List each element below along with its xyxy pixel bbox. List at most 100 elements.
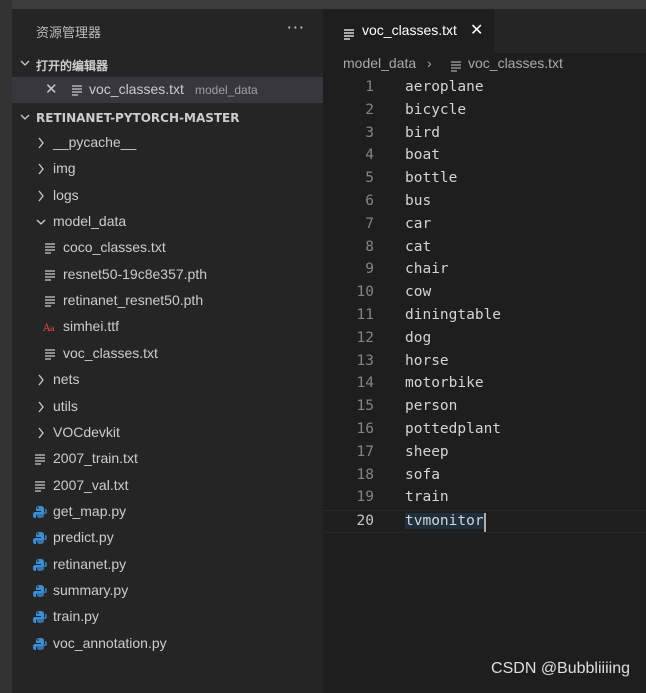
- code-line[interactable]: 19 train: [323, 487, 646, 510]
- tree-item-label: retinanet.py: [53, 555, 127, 572]
- line-text: train: [405, 489, 449, 506]
- code-line[interactable]: 3 bird: [323, 123, 646, 146]
- line-number: 20: [356, 513, 374, 530]
- tree-item-label: utils: [53, 397, 78, 414]
- line-number: 12: [356, 329, 374, 346]
- tree-item-label: nets: [53, 371, 80, 388]
- code-line[interactable]: 4 boat: [323, 145, 646, 168]
- code-line[interactable]: 1 aeroplane: [323, 77, 646, 100]
- line-text: car: [405, 215, 432, 232]
- project-section[interactable]: RETINANET-PYTORCH-MASTER: [12, 107, 323, 129]
- file-lines-icon: [33, 452, 47, 466]
- chevron-down-icon: [19, 109, 31, 125]
- tree-item[interactable]: summary.py: [12, 578, 323, 604]
- open-editor-folder: model_data: [195, 83, 258, 97]
- line-number: 16: [356, 421, 374, 437]
- line-number: 14: [356, 375, 374, 392]
- tree-item-label: VOCdevkit: [53, 423, 120, 440]
- open-editor-item[interactable]: ✕ voc_classes.txt model_data: [12, 77, 323, 103]
- project-heading: RETINANET-PYTORCH-MASTER: [36, 111, 240, 125]
- tree-item[interactable]: retinanet_resnet50.pth: [12, 288, 323, 314]
- code-line[interactable]: 13 horse: [323, 351, 646, 374]
- code-line[interactable]: 18 sofa: [323, 465, 646, 488]
- line-text: bird: [405, 124, 440, 141]
- line-text: bicycle: [405, 101, 467, 118]
- line-text: cat: [405, 238, 432, 255]
- tree-item-label: retinanet_resnet50.pth: [63, 292, 204, 309]
- code-line[interactable]: 10 cow: [323, 282, 646, 305]
- line-number: 19: [356, 489, 374, 506]
- tree-item[interactable]: nets: [12, 367, 323, 393]
- tree-item-label: logs: [53, 186, 79, 203]
- tree-item[interactable]: voc_annotation.py: [12, 631, 323, 657]
- line-number: 9: [365, 261, 374, 278]
- code-line[interactable]: 12 dog: [323, 328, 646, 351]
- explorer-sidebar: 资源管理器 ··· 打开的编辑器 ✕ voc_classes.txt model…: [12, 9, 323, 693]
- chevron-down-icon: [19, 55, 31, 71]
- close-icon[interactable]: ✕: [45, 80, 58, 98]
- code-line[interactable]: 6 bus: [323, 191, 646, 214]
- code-line[interactable]: 17 sheep: [323, 442, 646, 465]
- breadcrumb-separator: ›: [427, 55, 432, 71]
- code-line[interactable]: 5 bottle: [323, 168, 646, 191]
- open-editors-section[interactable]: 打开的编辑器: [12, 53, 323, 75]
- file-lines-icon: [43, 268, 57, 282]
- tree-item[interactable]: Aa simhei.ttf: [12, 314, 323, 340]
- more-actions-icon[interactable]: ···: [287, 18, 305, 37]
- code-line[interactable]: 14 motorbike: [323, 373, 646, 396]
- tree-item-label: train.py: [53, 608, 99, 625]
- code-line[interactable]: 16 pottedplant: [323, 419, 646, 442]
- file-lines-icon: [450, 59, 462, 75]
- line-number: 4: [365, 147, 374, 164]
- line-number: 3: [365, 124, 374, 141]
- code-line[interactable]: 11 diningtable: [323, 305, 646, 328]
- code-line[interactable]: 9 chair: [323, 259, 646, 282]
- tree-item[interactable]: img: [12, 156, 323, 182]
- tree-item[interactable]: resnet50-19c8e357.pth: [12, 262, 323, 288]
- line-text: sheep: [405, 443, 449, 460]
- python-file-icon: [33, 505, 47, 519]
- code-line[interactable]: 2 bicycle: [323, 100, 646, 123]
- breadcrumb-file[interactable]: voc_classes.txt: [468, 55, 563, 71]
- tree-item[interactable]: get_map.py: [12, 499, 323, 525]
- activity-bar: [0, 9, 12, 693]
- svg-text:a: a: [50, 324, 55, 333]
- tree-item[interactable]: logs: [12, 183, 323, 209]
- tree-item[interactable]: 2007_val.txt: [12, 473, 323, 499]
- code-line[interactable]: 8 cat: [323, 237, 646, 260]
- python-file-icon: [33, 637, 47, 651]
- tree-item[interactable]: __pycache__: [12, 130, 323, 156]
- tree-item[interactable]: voc_classes.txt: [12, 341, 323, 367]
- tab-close-icon[interactable]: ✕: [470, 20, 483, 39]
- tree-item-label: img: [53, 160, 76, 177]
- editor-area: voc_classes.txt ✕ model_data › voc_class…: [323, 9, 646, 693]
- line-number: 7: [365, 215, 374, 232]
- tree-item[interactable]: predict.py: [12, 525, 323, 551]
- tree-item-label: get_map.py: [53, 502, 127, 519]
- tree-item[interactable]: retinanet.py: [12, 552, 323, 578]
- code-line[interactable]: 15 person: [323, 396, 646, 419]
- tree-item-label: simhei.ttf: [63, 318, 120, 335]
- line-number: 17: [356, 443, 374, 460]
- tab-voc-classes[interactable]: voc_classes.txt ✕: [323, 9, 494, 53]
- breadcrumb-folder[interactable]: model_data: [343, 55, 416, 71]
- line-text: diningtable: [405, 307, 502, 323]
- line-number: 13: [356, 352, 374, 369]
- line-text: motorbike: [405, 375, 484, 392]
- tree-item[interactable]: coco_classes.txt: [12, 235, 323, 261]
- tree-item[interactable]: model_data: [12, 209, 323, 235]
- tree-item[interactable]: train.py: [12, 604, 323, 630]
- tree-item-label: predict.py: [53, 529, 114, 546]
- python-file-icon: [33, 531, 47, 545]
- code-line[interactable]: 20 tvmonitor: [323, 510, 646, 534]
- code-line[interactable]: 7 car: [323, 214, 646, 237]
- tree-item[interactable]: 2007_train.txt: [12, 446, 323, 472]
- tree-item[interactable]: VOCdevkit: [12, 420, 323, 446]
- chevron-right-icon: [35, 372, 47, 386]
- line-number: 1: [365, 79, 374, 95]
- explorer-header: 资源管理器 ···: [12, 9, 323, 53]
- tree-item[interactable]: utils: [12, 394, 323, 420]
- chevron-right-icon: [35, 135, 47, 149]
- title-strip: [0, 0, 646, 9]
- line-number: 5: [365, 170, 374, 187]
